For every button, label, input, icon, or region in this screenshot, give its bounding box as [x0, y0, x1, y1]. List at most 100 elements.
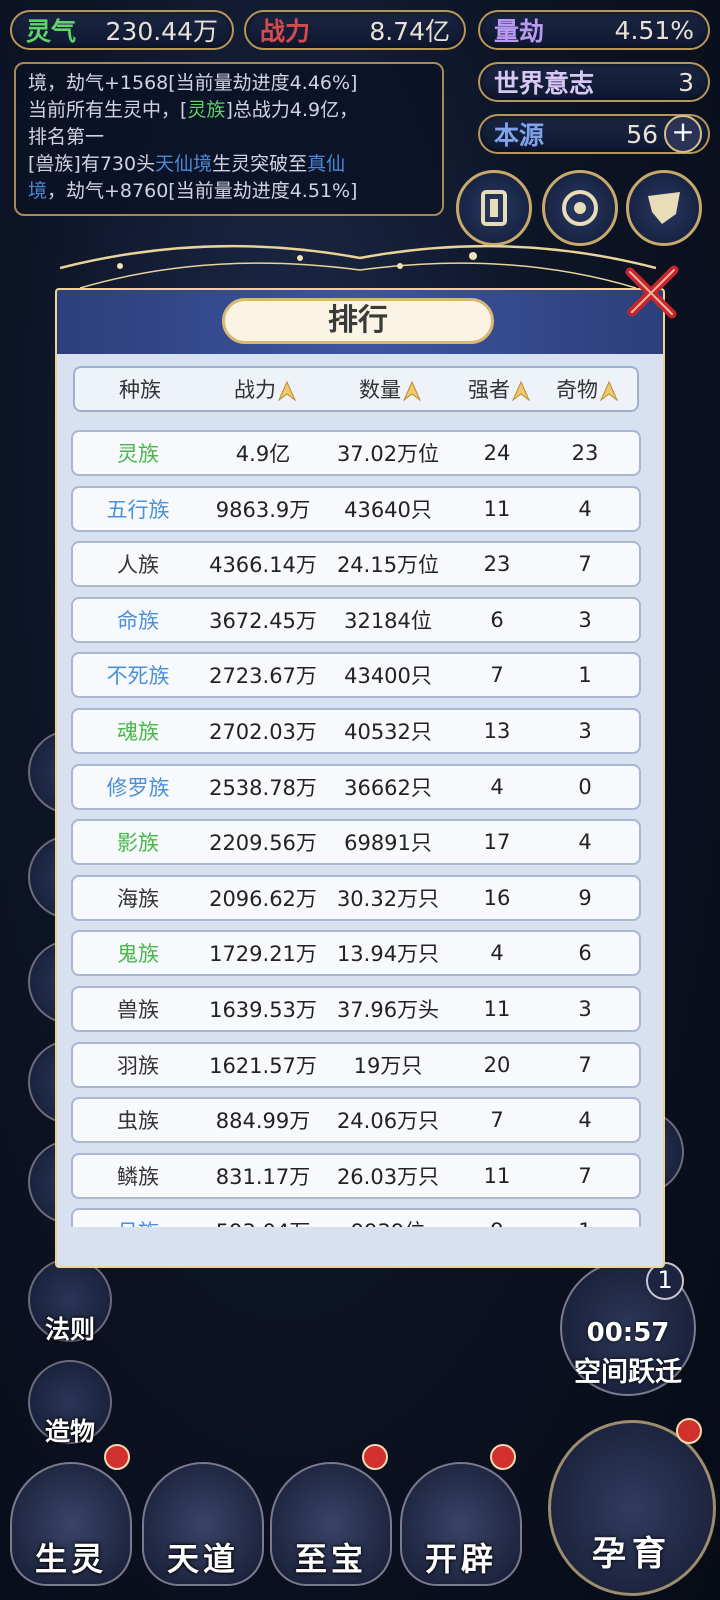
sheng-ling-notification-dot	[104, 1444, 130, 1470]
fa-ze-label: 法则	[44, 1315, 95, 1344]
benyuan-label: 本源	[494, 121, 545, 150]
strong-cell: 11	[483, 1163, 511, 1188]
race-cell: 虫族	[117, 1109, 159, 1134]
lingqi-label: 灵气	[26, 17, 77, 46]
table-row[interactable]: 鳞族 831.17万 26.03万只 11 7	[71, 1152, 641, 1199]
ranking-list[interactable]: 灵族 4.9亿 37.02万位 24 23 五行族 9863.9万 43640只 11 4 人族 43…	[71, 430, 641, 1227]
power-cell: 9863.9万	[215, 497, 311, 522]
count-cell: 19万只	[353, 1053, 423, 1078]
column-power[interactable]: 战力	[205, 374, 325, 404]
power-cell: 1729.21万	[209, 942, 317, 967]
column-race-label: 种族	[119, 378, 161, 402]
items-cell: 7	[578, 1163, 592, 1188]
strong-cell: 24	[483, 441, 511, 465]
log-line-4c: 生灵突破至	[212, 153, 308, 175]
strong-cell: 6	[490, 607, 504, 632]
fa-ze-button[interactable]: 法则	[28, 1258, 112, 1344]
items-cell: 1	[578, 663, 592, 688]
yun-yu-button[interactable]: 孕育	[548, 1420, 716, 1596]
count-cell: 13.94万只	[336, 942, 440, 967]
log-line-5a: 境	[28, 180, 48, 202]
sheng-ling-label: 生灵	[34, 1540, 107, 1578]
column-items[interactable]: 奇物	[543, 374, 631, 404]
table-row[interactable]: 虫族 884.99万 24.06万只 7 4	[71, 1097, 641, 1144]
race-cell: 魂族	[117, 719, 159, 744]
count-cell: 43640只	[344, 497, 432, 522]
strong-cell: 4	[490, 941, 504, 966]
table-row[interactable]: 人族 4366.14万 24.15万位 23 7	[71, 541, 641, 588]
log-line-1: 境，劫气+1568[当前量劫进度4.46%]	[28, 72, 358, 94]
count-cell: 43400只	[344, 664, 432, 689]
table-row[interactable]: 影族 2209.56万 69891只 17 4	[71, 819, 641, 866]
table-row[interactable]: 羽族 1621.57万 19万只 20 7	[71, 1041, 641, 1088]
column-count[interactable]: 数量	[325, 374, 455, 404]
strong-cell: 11	[483, 996, 511, 1021]
table-row[interactable]: 灵族 4.9亿 37.02万位 24 23	[71, 430, 641, 476]
close-icon[interactable]	[622, 262, 682, 322]
count-cell: 40532只	[344, 719, 432, 744]
kai-pi-label: 开辟	[424, 1540, 497, 1578]
power-cell: 2096.62万	[209, 886, 317, 911]
sort-arrow-icon	[512, 381, 530, 401]
table-row[interactable]: 兽族 1639.53万 37.96万头 11 3	[71, 985, 641, 1032]
table-row[interactable]: 魂族 2702.03万 40532只 13 3	[71, 707, 641, 754]
scroll-icon	[648, 192, 680, 224]
power-cell: 2723.67万	[209, 664, 317, 689]
race-cell: 鳞族	[117, 1164, 159, 1189]
tian-dao-button[interactable]: 天道	[142, 1462, 264, 1586]
log-line-3: 排名第一	[28, 126, 105, 148]
space-jump-timer: 00:57	[586, 1318, 670, 1348]
lingqi-value: 230.44万	[105, 17, 218, 46]
ranking-dialog: 排行 种族 战力 数量 强者 奇物 灵族 4.9亿 37.02万位 24 23 五行族 98…	[55, 288, 665, 1268]
race-cell: 鬼族	[117, 942, 159, 967]
power-cell: 3672.45万	[209, 608, 317, 633]
liangjie-value: 4.51%	[614, 15, 694, 45]
power-cell: 2702.03万	[209, 719, 317, 744]
lingqi-resource: 灵气 230.44万	[10, 10, 234, 50]
log-realm-to: 真仙	[307, 153, 346, 175]
zao-wu-button[interactable]: 造物	[28, 1360, 112, 1446]
count-cell: 37.96万头	[336, 997, 440, 1022]
items-cell: 3	[578, 607, 592, 632]
race-cell: 灵族	[117, 442, 159, 466]
liangjie-resource: 量劫 4.51%	[478, 10, 710, 50]
card-button[interactable]	[456, 170, 532, 246]
add-benyuan-button[interactable]: +	[664, 115, 702, 153]
yun-yu-notification-dot	[676, 1418, 702, 1444]
zhanli-label: 战力	[260, 17, 311, 46]
vortex-icon	[562, 190, 598, 226]
log-line-4a: [兽族]有730头	[28, 153, 156, 175]
table-row[interactable]: 修罗族 2538.78万 36662只 4 0	[71, 763, 641, 810]
table-row[interactable]: 鬼族 1729.21万 13.94万只 4 6	[71, 930, 641, 977]
zhi-bao-button[interactable]: 至宝	[270, 1462, 392, 1586]
count-cell: 24.06万只	[336, 1109, 440, 1134]
column-strong[interactable]: 强者	[455, 374, 543, 404]
log-line-2a: 当前所有生灵中，[	[28, 99, 188, 121]
race-cell: 人族	[117, 553, 159, 578]
table-row[interactable]: 不死族 2723.67万 43400只 7 1	[71, 652, 641, 699]
power-cell: 1639.53万	[209, 997, 317, 1022]
scroll-button[interactable]	[626, 170, 702, 246]
kai-pi-notification-dot	[490, 1444, 516, 1470]
log-race-highlight: 灵族	[187, 99, 226, 121]
sort-arrow-icon	[600, 381, 618, 401]
yun-yu-label: 孕育	[592, 1534, 672, 1574]
kai-pi-button[interactable]: 开辟	[400, 1462, 522, 1586]
power-cell: 2538.78万	[209, 775, 317, 800]
dialog-title: 排行	[222, 298, 494, 344]
race-cell: 影族	[117, 831, 159, 856]
race-cell: 月族	[73, 1216, 203, 1227]
strong-cell: 20	[483, 1052, 511, 1077]
table-row[interactable]: 海族 2096.62万 30.32万只 16 9	[71, 874, 641, 921]
table-row[interactable]: 命族 3672.45万 32184位 6 3	[71, 596, 641, 643]
sheng-ling-button[interactable]: 生灵	[10, 1462, 132, 1586]
vortex-button[interactable]	[542, 170, 618, 246]
items-cell: 4	[578, 830, 592, 855]
zhi-bao-label: 至宝	[294, 1540, 367, 1578]
strong-cell: 23	[483, 552, 511, 577]
items-cell: 7	[578, 552, 592, 577]
power-cell: 831.17万	[215, 1164, 311, 1189]
table-row[interactable]: 月族593.04万9939位91	[71, 1208, 641, 1227]
table-row[interactable]: 五行族 9863.9万 43640只 11 4	[71, 485, 641, 532]
benyuan-value: 56	[626, 119, 658, 149]
